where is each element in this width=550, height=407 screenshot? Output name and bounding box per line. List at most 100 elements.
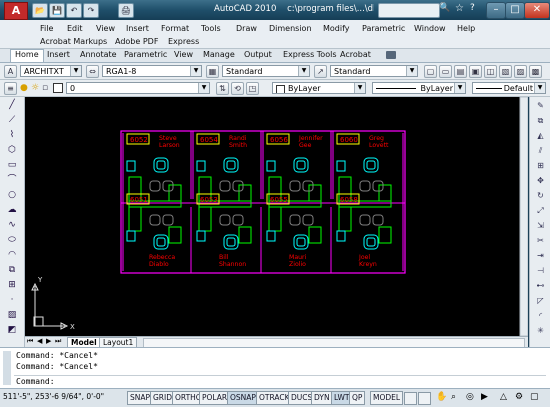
previous-layout-icon[interactable]: ◀ [37, 337, 42, 345]
osnap-toggle[interactable]: OSNAP [227, 391, 259, 405]
arc-icon[interactable]: ⌒ [5, 174, 19, 187]
menu-insert[interactable]: Insert [126, 24, 149, 33]
dyn-toggle[interactable]: DYN [311, 391, 333, 405]
ellipse-icon[interactable]: ⬭ [5, 234, 19, 247]
point-icon[interactable]: · [5, 294, 19, 307]
tab-insert[interactable]: Insert [47, 50, 70, 59]
showmotion-icon[interactable]: ▶ [481, 392, 492, 403]
ribbon-minimize-icon[interactable] [386, 51, 396, 59]
menu-edit[interactable]: Edit [67, 24, 83, 33]
menu-adobe-pdf[interactable]: Adobe PDF [115, 37, 158, 46]
explode-icon[interactable]: ✳ [534, 324, 547, 337]
menu-draw[interactable]: Draw [236, 24, 257, 33]
polyline-icon[interactable]: ⌇ [5, 129, 19, 142]
layer-states-icon[interactable]: ◳ [246, 82, 259, 95]
last-layout-icon[interactable]: ⏭ [55, 337, 61, 346]
menu-express[interactable]: Express [168, 37, 199, 46]
line-icon[interactable]: ╱ [5, 99, 19, 112]
construction-line-icon[interactable]: ⟋ [5, 114, 19, 127]
app-menu-button[interactable] [4, 22, 24, 46]
make-current-icon[interactable]: ⇅ [216, 82, 229, 95]
linetype-dropdown[interactable]: ByLayer ▼ [372, 82, 466, 94]
tab-output[interactable]: Output [244, 50, 272, 59]
plot-icon[interactable]: 🖨 [118, 3, 134, 18]
join-icon[interactable]: ⊷ [534, 279, 547, 292]
polar-toggle[interactable]: POLAR [199, 391, 231, 405]
steering-wheel-icon[interactable]: ◎ [466, 392, 477, 403]
save-icon[interactable]: 💾 [49, 3, 65, 18]
zoom-icon[interactable]: ⌕ [451, 392, 462, 403]
markup-icon[interactable]: ▨ [514, 65, 527, 78]
move-icon[interactable]: ✥ [534, 174, 547, 187]
lock-icon[interactable]: ▫ [42, 83, 48, 93]
autocad-logo[interactable]: A [4, 2, 28, 20]
multileader-style-dropdown[interactable]: Standard ▼ [330, 65, 418, 77]
qp-toggle[interactable]: QP [349, 391, 366, 405]
folder-icon[interactable]: ▭ [439, 65, 452, 78]
clean-screen-icon[interactable]: ▢ [530, 392, 541, 403]
copy-icon[interactable]: ⧉ [534, 114, 547, 127]
extend-icon[interactable]: ⇥ [534, 249, 547, 262]
color-dropdown[interactable]: ByLayer ▼ [272, 82, 366, 94]
menu-view[interactable]: View [96, 24, 115, 33]
menu-window[interactable]: Window [414, 24, 446, 33]
tab-acrobat[interactable]: Acrobat [340, 50, 371, 59]
layer-properties-icon[interactable]: ≡ [4, 82, 17, 95]
preview-icon[interactable]: ▣ [469, 65, 482, 78]
undo-icon[interactable]: ↶ [66, 3, 82, 18]
array-icon[interactable]: ⊞ [534, 159, 547, 172]
open-icon[interactable]: 📂 [32, 3, 48, 18]
favorites-icon[interactable]: ☆ [455, 3, 467, 16]
tab-home[interactable]: Home [10, 49, 44, 62]
revision-cloud-icon[interactable]: ☁ [5, 204, 19, 217]
fillet-icon[interactable]: ◜ [534, 309, 547, 322]
lightbulb-icon[interactable]: ● [20, 83, 28, 93]
menu-format[interactable]: Format [161, 24, 189, 33]
maximize-button[interactable]: □ [505, 2, 525, 19]
workspace-icon[interactable]: ⚙ [515, 392, 526, 403]
layer-dropdown[interactable]: 0 ▼ [66, 82, 210, 94]
menu-parametric[interactable]: Parametric [362, 24, 405, 33]
menu-modify[interactable]: Modify [323, 24, 350, 33]
make-block-icon[interactable]: ⊞ [5, 279, 19, 292]
rotate-icon[interactable]: ↻ [534, 189, 547, 202]
erase-icon[interactable]: ✎ [534, 99, 547, 112]
annotation-scale-icon[interactable]: △ [500, 392, 511, 403]
trim-icon[interactable]: ✂ [534, 234, 547, 247]
model-space-button[interactable]: MODEL [370, 391, 404, 405]
table-style-dropdown[interactable]: Standard ▼ [222, 65, 310, 77]
pan-icon[interactable]: ✋ [436, 392, 447, 403]
command-input[interactable]: Command: [14, 375, 546, 387]
menu-file[interactable]: File [40, 24, 53, 33]
mirror-icon[interactable]: ◭ [534, 129, 547, 142]
next-layout-icon[interactable]: ▶ [46, 337, 51, 345]
tab-express-tools[interactable]: Express Tools [283, 50, 337, 59]
redo-icon[interactable]: ↷ [83, 3, 99, 18]
lineweight-dropdown[interactable]: Default ▼ [472, 82, 546, 94]
tab-annotate[interactable]: Annotate [80, 50, 117, 59]
tab-parametric[interactable]: Parametric [124, 50, 167, 59]
quick-view-layouts-icon[interactable] [404, 392, 417, 405]
search-icon[interactable]: 🔍 [439, 3, 451, 16]
break-icon[interactable]: ⊣ [534, 264, 547, 277]
polygon-icon[interactable]: ⬡ [5, 144, 19, 157]
export-icon[interactable]: ▩ [529, 65, 542, 78]
pdf-icon[interactable]: ▧ [499, 65, 512, 78]
menu-help[interactable]: Help [457, 24, 475, 33]
quick-view-drawings-icon[interactable] [418, 392, 431, 405]
close-button[interactable]: ✕ [524, 2, 550, 19]
multileader-style-icon[interactable]: ↗ [314, 65, 327, 78]
menu-acrobat-markups[interactable]: Acrobat Markups [40, 37, 107, 46]
drawing-area[interactable]: 6052 Steve Larson 6054 Randi Smith 6056 Jennife… [25, 97, 528, 336]
spline-icon[interactable]: ∿ [5, 219, 19, 232]
text-style-dropdown[interactable]: ARCHITXT ▼ [20, 65, 82, 77]
stretch-icon[interactable]: ⇲ [534, 219, 547, 232]
rectangle-icon[interactable]: ▭ [5, 159, 19, 172]
scale-icon[interactable]: ⤢ [534, 204, 547, 217]
dim-style-icon[interactable]: ⇔ [86, 65, 99, 78]
minimize-button[interactable]: – [486, 2, 506, 19]
layer-previous-icon[interactable]: ⟲ [231, 82, 244, 95]
hatch-icon[interactable]: ▨ [5, 309, 19, 322]
ellipse-arc-icon[interactable]: ◠ [5, 249, 19, 262]
offset-icon[interactable]: ⫽ [534, 144, 547, 157]
